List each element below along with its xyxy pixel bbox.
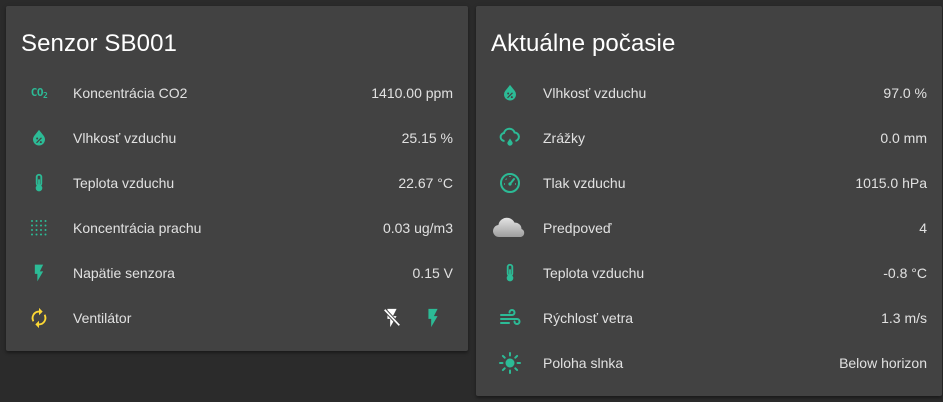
entity-label: Koncentrácia prachu bbox=[73, 220, 202, 236]
entity-row-co2[interactable]: CO2 Koncentrácia CO2 1410.00 ppm bbox=[6, 73, 468, 113]
entity-label: Zrážky bbox=[543, 130, 585, 146]
water-percent-icon bbox=[24, 118, 54, 158]
entity-row-humidity[interactable]: Vlhkosť vzduchu 25.15 % bbox=[6, 118, 468, 158]
entity-value: Below horizon bbox=[839, 355, 927, 371]
entity-label: Napätie senzora bbox=[73, 265, 175, 281]
entity-row-temperature[interactable]: Teplota vzduchu -0.8 °C bbox=[476, 253, 942, 293]
entity-value: -0.8 °C bbox=[883, 265, 927, 281]
entity-row-humidity[interactable]: Vlhkosť vzduchu 97.0 % bbox=[476, 73, 942, 113]
entity-label: Predpoveď bbox=[543, 220, 612, 236]
entity-value: 1015.0 hPa bbox=[855, 175, 927, 191]
sun-icon bbox=[495, 343, 525, 383]
weather-card: Aktuálne počasie Vlhkosť vzduchu 97.0 % … bbox=[476, 6, 942, 396]
card-title[interactable]: Senzor SB001 bbox=[21, 30, 177, 58]
gauge-icon bbox=[495, 163, 525, 203]
entity-label: Koncentrácia CO2 bbox=[73, 85, 188, 101]
entity-value: 97.0 % bbox=[883, 85, 927, 101]
entity-row-temperature[interactable]: Teplota vzduchu 22.67 °C bbox=[6, 163, 468, 203]
thermometer-icon bbox=[24, 163, 54, 203]
entity-row-forecast[interactable]: Predpoveď 4 bbox=[476, 208, 942, 248]
entity-value: 1410.00 ppm bbox=[371, 85, 453, 101]
entity-label: Vlhkosť vzduchu bbox=[73, 130, 177, 146]
entity-value: 0.15 V bbox=[412, 265, 453, 281]
entity-row-pressure[interactable]: Tlak vzduchu 1015.0 hPa bbox=[476, 163, 942, 203]
entity-value: 22.67 °C bbox=[398, 175, 453, 191]
thermometer-icon bbox=[495, 253, 525, 293]
fan-off-button[interactable] bbox=[376, 302, 408, 334]
entity-value: 25.15 % bbox=[401, 130, 453, 146]
water-percent-icon bbox=[495, 73, 525, 113]
entity-row-voltage[interactable]: Napätie senzora 0.15 V bbox=[6, 253, 468, 293]
dots-grid-icon bbox=[24, 208, 54, 248]
entity-row-wind[interactable]: Rýchlosť vetra 1.3 m/s bbox=[476, 298, 942, 338]
entity-value: 0.03 ug/m3 bbox=[382, 220, 453, 236]
rain-cloud-icon bbox=[495, 118, 525, 158]
entity-row-sun[interactable]: Poloha slnka Below horizon bbox=[476, 343, 942, 383]
card-title[interactable]: Aktuálne počasie bbox=[491, 30, 675, 58]
entity-row-precipitation[interactable]: Zrážky 0.0 mm bbox=[476, 118, 942, 158]
sensor-card: Senzor SB001 CO2 Koncentrácia CO2 1410.0… bbox=[6, 6, 468, 351]
wind-icon bbox=[495, 298, 525, 338]
entity-row-dust[interactable]: Koncentrácia prachu 0.03 ug/m3 bbox=[6, 208, 468, 248]
entity-value: 0.0 mm bbox=[880, 130, 927, 146]
entity-value: 1.3 m/s bbox=[881, 310, 927, 326]
entity-label: Ventilátor bbox=[73, 310, 132, 326]
fan-on-button[interactable] bbox=[417, 302, 449, 334]
entity-value: 4 bbox=[919, 220, 927, 236]
fan-cycle-icon bbox=[24, 298, 54, 338]
entity-label: Teplota vzduchu bbox=[73, 175, 175, 191]
cloudy-icon bbox=[492, 208, 528, 248]
entity-row-fan: Ventilátor bbox=[6, 298, 468, 338]
entity-label: Vlhkosť vzduchu bbox=[543, 85, 647, 101]
entity-label: Rýchlosť vetra bbox=[543, 310, 634, 326]
co2-icon: CO2 bbox=[30, 86, 48, 100]
entity-label: Teplota vzduchu bbox=[543, 265, 645, 281]
entity-label: Poloha slnka bbox=[543, 355, 624, 371]
flash-icon bbox=[428, 308, 438, 328]
flash-icon bbox=[24, 253, 54, 293]
entity-label: Tlak vzduchu bbox=[543, 175, 626, 191]
flash-off-icon bbox=[383, 308, 401, 328]
